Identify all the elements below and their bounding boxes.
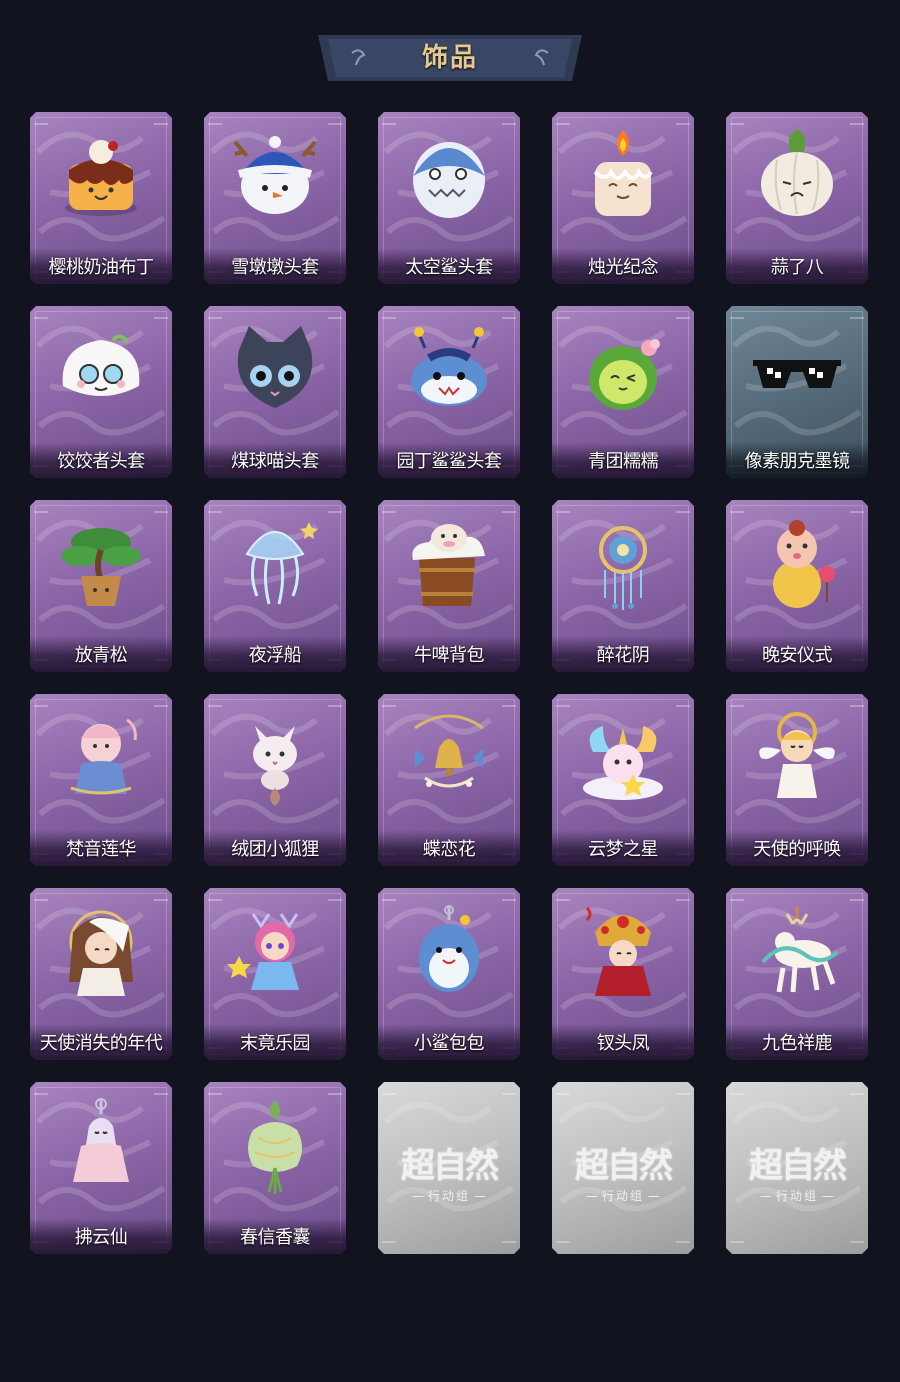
accessory-name: 烛光纪念 — [552, 248, 694, 284]
accessory-name: 樱桃奶油布丁 — [30, 248, 172, 284]
watermark-title: 超自然 — [401, 1146, 499, 1186]
accessory-name: 小鲨包包 — [378, 1024, 520, 1060]
accessory-card[interactable]: 像素朋克墨镜 — [726, 306, 868, 478]
accessory-card[interactable]: 雪墩墩头套 — [204, 112, 346, 284]
pine-bonsai-icon — [61, 528, 141, 606]
accessory-name: 雪墩墩头套 — [204, 248, 346, 284]
accessory-card[interactable]: 放青松 — [30, 500, 172, 672]
accessory-card[interactable]: 青团糯糯 — [552, 306, 694, 478]
phoenix-crown-icon — [585, 906, 651, 996]
watermark-subtitle: 行动组 — [552, 1187, 694, 1204]
accessory-card[interactable]: 煤球喵头套 — [204, 306, 346, 478]
snowman-head-icon — [233, 136, 317, 214]
accessory-card[interactable]: 太空鲨头套 — [378, 112, 520, 284]
pudding-icon — [65, 140, 137, 216]
accessory-name: 天使的呼唤 — [726, 830, 868, 866]
accessory-card[interactable]: 钗头凤 — [552, 888, 694, 1060]
page-title: 饰品 — [421, 43, 478, 73]
accessory-name: 园丁鲨鲨头套 — [378, 442, 520, 478]
accessory-card[interactable]: 饺饺者头套 — [30, 306, 172, 478]
accessory-name: 晚安仪式 — [726, 636, 868, 672]
placeholder-logo-icon: 超自然行动组 — [726, 1138, 868, 1204]
flower-ornament-icon — [599, 526, 647, 610]
space-shark-head-icon — [413, 142, 485, 218]
sachet-icon — [248, 1100, 302, 1194]
empty-slot-card: 超自然行动组 — [552, 1082, 694, 1254]
watermark-title: 超自然 — [575, 1146, 673, 1186]
butterfly-bell-icon — [414, 714, 484, 788]
accessory-name: 云梦之星 — [552, 830, 694, 866]
empty-slot-card: 超自然行动组 — [378, 1082, 520, 1254]
accessory-card[interactable]: 云梦之星 — [552, 694, 694, 866]
unicorn-cloud-icon — [583, 726, 663, 800]
accessory-name: 煤球喵头套 — [204, 442, 346, 478]
accessory-card[interactable]: 蒜了八 — [726, 112, 868, 284]
accessory-card[interactable]: 绒团小狐狸 — [204, 694, 346, 866]
accessory-name: 春信香囊 — [204, 1218, 346, 1254]
accessory-name: 绒团小狐狸 — [204, 830, 346, 866]
accessory-name: 太空鲨头套 — [378, 248, 520, 284]
accessory-name: 夜浮船 — [204, 636, 346, 672]
accessory-name: 末竟乐园 — [204, 1024, 346, 1060]
fox-plush-icon — [253, 726, 297, 806]
accessory-card[interactable]: 蝶恋花 — [378, 694, 520, 866]
deer-charm-icon — [761, 906, 839, 993]
watermark-subtitle: 行动组 — [726, 1187, 868, 1204]
accessory-name: 青团糯糯 — [552, 442, 694, 478]
placeholder-logo-icon: 超自然行动组 — [552, 1138, 694, 1204]
accessory-card[interactable]: 拂云仙 — [30, 1082, 172, 1254]
accessory-card[interactable]: 醉花阴 — [552, 500, 694, 672]
accessory-name: 梵音莲华 — [30, 830, 172, 866]
green-rice-ball-icon — [589, 339, 660, 410]
lotus-figure-icon — [70, 718, 137, 795]
candle-icon — [593, 130, 653, 216]
accessory-name: 牛啤背包 — [378, 636, 520, 672]
accessory-card[interactable]: 天使消失的年代 — [30, 888, 172, 1060]
accessory-card[interactable]: 晚安仪式 — [726, 500, 868, 672]
goodnight-doll-icon — [773, 520, 835, 608]
accessory-name: 天使消失的年代 — [30, 1024, 172, 1060]
accessory-name: 拂云仙 — [30, 1218, 172, 1254]
jellyfish-icon — [245, 522, 318, 605]
empty-slot-card: 超自然行动组 — [726, 1082, 868, 1254]
accessory-name: 九色祥鹿 — [726, 1024, 868, 1060]
accessory-card[interactable]: 樱桃奶油布丁 — [30, 112, 172, 284]
accessory-name: 像素朋克墨镜 — [726, 442, 868, 478]
placeholder-logo-icon: 超自然行动组 — [378, 1138, 520, 1204]
accessory-name: 饺饺者头套 — [30, 442, 172, 478]
cloud-fairy-icon — [73, 1098, 129, 1182]
pixel-sunglasses-icon — [753, 360, 841, 388]
gardener-shark-head-icon — [411, 327, 487, 406]
accessory-name: 蝶恋花 — [378, 830, 520, 866]
dumpling-head-icon — [62, 334, 140, 396]
paradise-girl-icon — [227, 913, 299, 990]
garlic-icon — [761, 130, 833, 216]
angel-figure-icon — [759, 712, 835, 798]
accessory-card[interactable]: 牛啤背包 — [378, 500, 520, 672]
watermark-subtitle: 行动组 — [378, 1187, 520, 1204]
accessory-name: 放青松 — [30, 636, 172, 672]
accessory-card[interactable]: 夜浮船 — [204, 500, 346, 672]
black-cat-head-icon — [237, 326, 313, 408]
accessory-card[interactable]: 梵音莲华 — [30, 694, 172, 866]
accessory-name: 蒜了八 — [726, 248, 868, 284]
accessory-card[interactable]: 天使的呼唤 — [726, 694, 868, 866]
accessory-card[interactable]: 九色祥鹿 — [726, 888, 868, 1060]
watermark-title: 超自然 — [749, 1146, 847, 1186]
accessory-card[interactable]: 烛光纪念 — [552, 112, 694, 284]
section-title-banner: 饰品 — [318, 33, 582, 83]
accessory-card[interactable]: 春信香囊 — [204, 1082, 346, 1254]
accessory-card[interactable]: 园丁鲨鲨头套 — [378, 306, 520, 478]
accessory-card[interactable]: 末竟乐园 — [204, 888, 346, 1060]
cow-beer-backpack-icon — [412, 524, 485, 606]
accessory-card[interactable]: 小鲨包包 — [378, 888, 520, 1060]
accessory-name: 钗头凤 — [552, 1024, 694, 1060]
angel-girl-icon — [69, 910, 133, 996]
shark-bag-icon — [419, 905, 479, 992]
accessory-name: 醉花阴 — [552, 636, 694, 672]
